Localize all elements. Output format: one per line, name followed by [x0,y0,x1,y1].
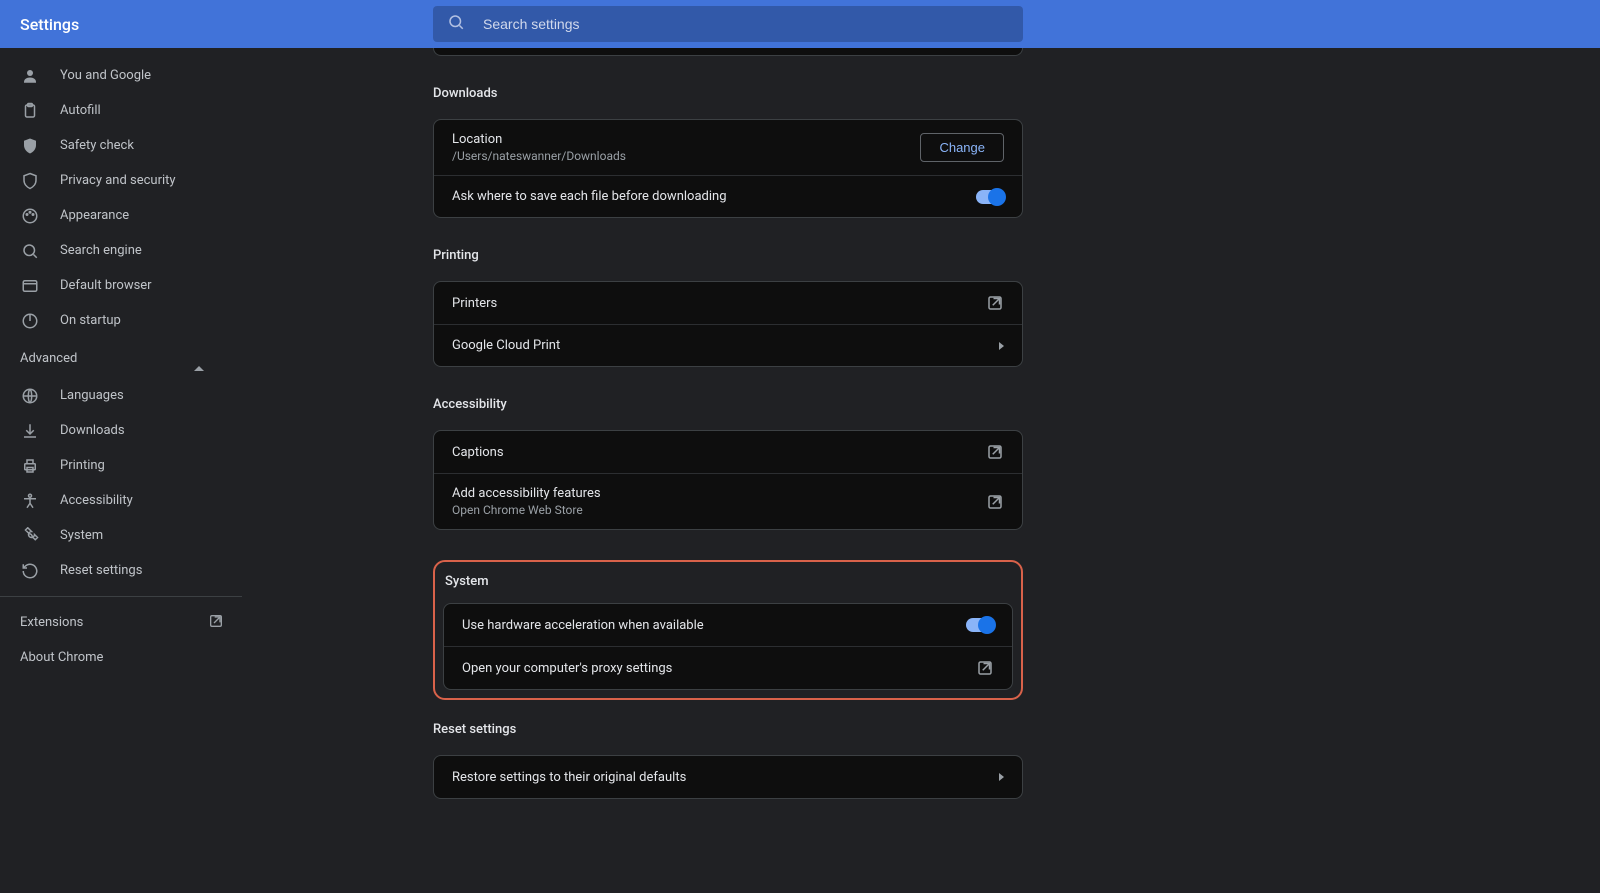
sidebar-item-label: Printing [60,458,242,473]
power-icon [20,311,40,331]
shield-icon [20,171,40,191]
globe-icon [20,386,40,406]
sidebar-item-you-and-google[interactable]: You and Google [0,58,242,93]
sidebar-item-label: Accessibility [60,493,242,508]
restore-defaults-row[interactable]: Restore settings to their original defau… [434,756,1022,798]
ask-where-label: Ask where to save each file before downl… [452,189,976,204]
sidebar-advanced-toggle[interactable]: Advanced [0,338,242,378]
wrench-icon [20,526,40,546]
sidebar-advanced-label: Advanced [20,351,194,366]
search-icon [20,241,40,261]
sidebar-item-label: System [60,528,242,543]
search-icon [447,13,465,35]
ask-where-row: Ask where to save each file before downl… [434,175,1022,217]
divider [0,596,242,597]
open-in-new-icon [208,613,224,633]
sidebar-item-appearance[interactable]: Appearance [0,198,242,233]
location-label: Location [452,132,920,147]
sidebar-item-autofill[interactable]: Autofill [0,93,242,128]
sidebar-item-search-engine[interactable]: Search engine [0,233,242,268]
sidebar-item-label: Safety check [60,138,242,153]
sidebar-item-on-startup[interactable]: On startup [0,303,242,338]
sidebar-item-label: Appearance [60,208,242,223]
restore-label: Restore settings to their original defau… [452,770,999,785]
sidebar-item-extensions[interactable]: Extensions [0,605,242,640]
hw-accel-label: Use hardware acceleration when available [462,618,966,633]
search-input[interactable] [483,16,1009,32]
sidebar-item-downloads[interactable]: Downloads [0,413,242,448]
chevron-right-icon [999,773,1004,781]
location-value: /Users/nateswanner/Downloads [452,149,920,163]
sidebar-item-label: Extensions [20,615,208,630]
accessibility-card: Captions Add accessibility features Open… [433,430,1023,530]
gcp-label: Google Cloud Print [452,338,999,353]
sidebar-item-label: Downloads [60,423,242,438]
sidebar-item-label: On startup [60,313,242,328]
sidebar-item-safety-check[interactable]: Safety check [0,128,242,163]
system-card: Use hardware acceleration when available… [443,603,1013,690]
change-button[interactable]: Change [920,133,1004,162]
section-title-reset: Reset settings [433,722,1023,737]
sidebar-item-label: Reset settings [60,563,242,578]
search-container[interactable] [433,6,1023,42]
proxy-label: Open your computer's proxy settings [462,661,976,676]
sidebar: You and Google Autofill Safety check Pri… [0,48,242,893]
download-location-row: Location /Users/nateswanner/Downloads Ch… [434,120,1022,175]
chevron-right-icon [999,342,1004,350]
chevron-up-icon [194,351,204,366]
download-icon [20,421,40,441]
hw-accel-toggle[interactable] [966,618,994,632]
add-accessibility-sub: Open Chrome Web Store [452,503,986,517]
clipboard-icon [20,101,40,121]
sidebar-item-accessibility[interactable]: Accessibility [0,483,242,518]
section-title-accessibility: Accessibility [433,397,1023,412]
person-icon [20,66,40,86]
header-bar: Settings [0,0,1600,48]
accessibility-icon [20,491,40,511]
restore-icon [20,561,40,581]
sidebar-item-label: You and Google [60,68,242,83]
reset-card: Restore settings to their original defau… [433,755,1023,799]
google-cloud-print-row[interactable]: Google Cloud Print [434,324,1022,366]
partial-card [433,48,1023,56]
sidebar-item-label: About Chrome [20,650,242,665]
downloads-card: Location /Users/nateswanner/Downloads Ch… [433,119,1023,218]
captions-label: Captions [452,445,986,460]
browser-icon [20,276,40,296]
section-title-printing: Printing [433,248,1023,263]
hardware-acceleration-row: Use hardware acceleration when available [444,604,1012,646]
section-title-system: System [443,574,1013,589]
add-accessibility-row[interactable]: Add accessibility features Open Chrome W… [434,473,1022,529]
printers-label: Printers [452,296,986,311]
sidebar-item-label: Privacy and security [60,173,242,188]
sidebar-item-label: Default browser [60,278,242,293]
printers-row[interactable]: Printers [434,282,1022,324]
palette-icon [20,206,40,226]
captions-row[interactable]: Captions [434,431,1022,473]
printing-card: Printers Google Cloud Print [433,281,1023,367]
add-accessibility-label: Add accessibility features [452,486,986,501]
content-area: Downloads Location /Users/nateswanner/Do… [242,48,1600,893]
sidebar-item-label: Search engine [60,243,242,258]
sidebar-item-languages[interactable]: Languages [0,378,242,413]
shield-check-icon [20,136,40,156]
sidebar-item-printing[interactable]: Printing [0,448,242,483]
sidebar-item-label: Languages [60,388,242,403]
sidebar-item-about[interactable]: About Chrome [0,640,242,675]
section-title-downloads: Downloads [433,86,1023,101]
ask-where-toggle[interactable] [976,190,1004,204]
page-title: Settings [20,15,79,34]
sidebar-item-reset[interactable]: Reset settings [0,553,242,588]
proxy-settings-row[interactable]: Open your computer's proxy settings [444,646,1012,689]
sidebar-item-default-browser[interactable]: Default browser [0,268,242,303]
sidebar-item-system[interactable]: System [0,518,242,553]
printer-icon [20,456,40,476]
sidebar-item-label: Autofill [60,103,242,118]
open-in-new-icon [986,493,1004,511]
open-in-new-icon [976,659,994,677]
open-in-new-icon [986,443,1004,461]
sidebar-item-privacy[interactable]: Privacy and security [0,163,242,198]
open-in-new-icon [986,294,1004,312]
system-highlight: System Use hardware acceleration when av… [433,560,1023,700]
